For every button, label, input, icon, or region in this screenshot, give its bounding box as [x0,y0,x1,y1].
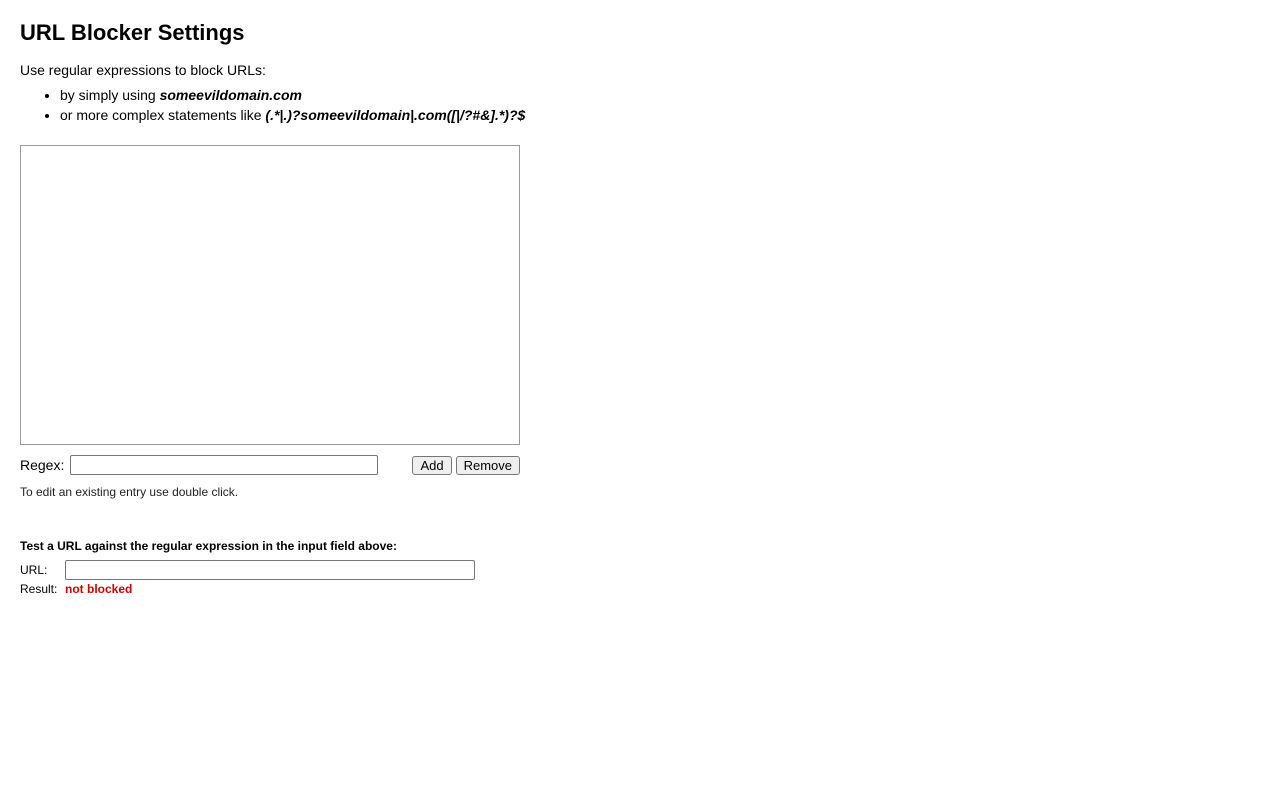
test-result-value: not blocked [65,582,132,596]
regex-input-row: Regex: Add Remove [20,455,520,475]
example-item-complex: or more complex statements like (.*|.)?s… [60,106,1260,126]
remove-button[interactable]: Remove [456,456,520,475]
example-prefix: by simply using [60,87,160,103]
test-section: Test a URL against the regular expressio… [20,539,1260,597]
example-regex-complex: (.*|.)?someevildomain|.com([|/?#&].*)?$ [265,107,525,123]
test-url-label: URL: [20,559,65,581]
example-prefix: or more complex statements like [60,107,265,123]
example-item-simple: by simply using someevildomain.com [60,86,1260,106]
intro-text: Use regular expressions to block URLs: [20,62,1260,78]
test-url-input[interactable] [65,560,475,580]
test-table: URL: Result: not blocked [20,559,479,597]
test-result-label: Result: [20,581,65,597]
regex-label: Regex: [20,457,64,473]
edit-hint: To edit an existing entry use double cli… [20,485,1260,499]
regex-input[interactable] [70,455,378,475]
test-heading: Test a URL against the regular expressio… [20,539,1260,553]
add-button[interactable]: Add [412,456,451,475]
page-title: URL Blocker Settings [20,20,1260,46]
blocked-urls-listbox[interactable] [20,145,520,445]
examples-list: by simply using someevildomain.com or mo… [20,86,1260,125]
example-regex-simple: someevildomain.com [160,87,302,103]
